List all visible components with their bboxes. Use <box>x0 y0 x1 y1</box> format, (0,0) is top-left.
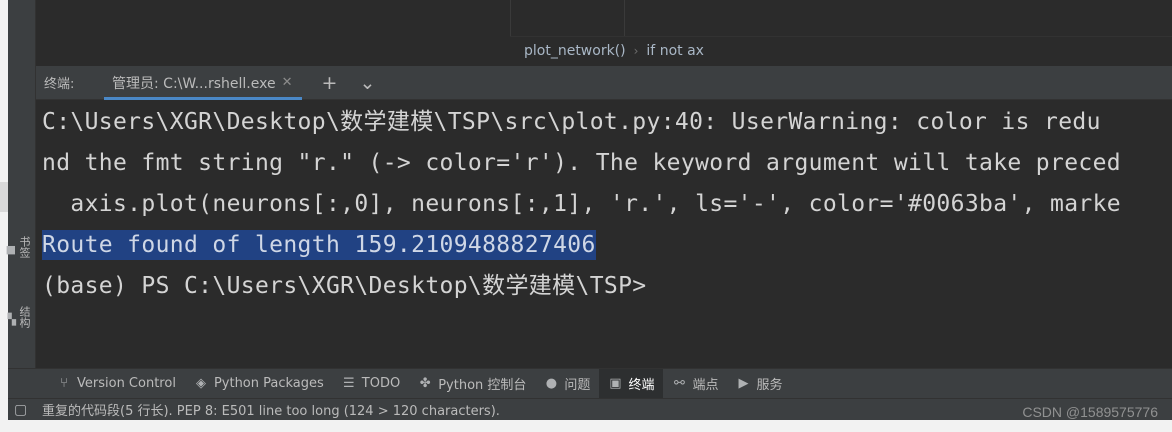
toolwindow-problems[interactable]: ● 问题 <box>535 369 599 399</box>
watermark: CSDN @1589575776 <box>1022 404 1158 420</box>
python-icon: ✤ <box>419 376 431 391</box>
layout-icon[interactable]: ▢ <box>14 402 32 418</box>
editor-pane: plot_network() › if not ax <box>36 0 1172 66</box>
terminal-tab-label: 管理员: C:\W...rshell.exe <box>112 75 276 92</box>
terminal-icon: ▣ <box>609 376 622 391</box>
left-tool-strip: 书签 ■ 结构 ▚ <box>0 0 36 432</box>
status-message[interactable]: 重复的代码段(5 行长). PEP 8: E501 line too long … <box>42 400 500 419</box>
bookmark-icon: ■ <box>5 242 16 256</box>
structure-tab[interactable]: 结构 ▚ <box>8 306 32 328</box>
toolwindow-label: 服务 <box>756 378 783 393</box>
terminal-output[interactable]: C:\Users\XGR\Desktop\数学建模\TSP\src\plot.p… <box>36 100 1172 368</box>
close-icon[interactable]: ✕ <box>282 75 293 90</box>
terminal-line: nd the fmt string "r." (-> color='r'). T… <box>42 150 1121 176</box>
endpoints-icon: ⚯ <box>674 376 685 391</box>
toolwindow-label: 终端 <box>628 378 655 393</box>
toolwindow-label: Version Control <box>77 376 176 391</box>
toolwindow-label: Python Packages <box>213 376 324 391</box>
toolwindow-label: Python 控制台 <box>438 378 527 393</box>
toolwindow-python-packages[interactable]: ◈ Python Packages <box>185 369 333 399</box>
tool-window-bar: ⑂ Version Control ◈ Python Packages ☰ TO… <box>8 368 1172 399</box>
services-icon: ▶ <box>738 376 749 391</box>
terminal-line: C:\Users\XGR\Desktop\数学建模\TSP\src\plot.p… <box>42 109 1101 135</box>
window-edge <box>0 0 8 432</box>
bookmarks-tab[interactable]: 书签 ■ <box>6 236 32 258</box>
terminal-line: axis.plot(neurons[:,0], neurons[:,1], 'r… <box>42 191 1121 217</box>
terminal-session-tab[interactable]: 管理员: C:\W...rshell.exe ✕ <box>98 66 303 100</box>
toolwindow-python-console[interactable]: ✤ Python 控制台 <box>409 369 535 399</box>
breadcrumb: plot_network() › if not ax <box>524 40 704 62</box>
list-icon: ☰ <box>342 376 355 391</box>
toolwindow-endpoints[interactable]: ⚯ 端点 <box>663 369 727 399</box>
new-terminal-button[interactable]: + <box>318 72 340 94</box>
resize-handle[interactable] <box>0 182 8 212</box>
layers-icon: ◈ <box>195 376 206 391</box>
problems-icon: ● <box>545 376 558 391</box>
terminal-header: 终端: 管理员: C:\W...rshell.exe ✕ + ⌄ <box>36 66 1172 100</box>
terminal-prompt: (base) PS C:\Users\XGR\Desktop\数学建模\TSP> <box>42 273 647 299</box>
toolwindow-terminal[interactable]: ▣ 终端 <box>599 368 664 399</box>
terminal-line-selected: Route found of length 159.2109488827406 <box>42 230 596 260</box>
toolwindow-services[interactable]: ▶ 服务 <box>727 369 791 399</box>
editor-divider <box>510 36 1172 37</box>
bookmarks-tab-label: 书签 <box>18 236 31 258</box>
window-bottom-edge <box>0 420 1172 432</box>
toolwindow-version-control[interactable]: ⑂ Version Control <box>48 369 185 399</box>
editor-divider <box>510 0 511 36</box>
structure-icon: ▚ <box>7 312 16 326</box>
structure-tab-label: 结构 <box>18 306 31 328</box>
breadcrumb-item[interactable]: if not ax <box>646 43 704 59</box>
breadcrumb-item[interactable]: plot_network() <box>524 43 626 59</box>
toolwindow-label: 问题 <box>564 378 591 393</box>
toolwindow-label: TODO <box>361 376 401 391</box>
toolwindow-todo[interactable]: ☰ TODO <box>333 369 409 399</box>
toolwindow-label: 端点 <box>692 378 719 393</box>
editor-divider <box>624 0 625 36</box>
chevron-right-icon: › <box>633 44 639 58</box>
branch-icon: ⑂ <box>60 376 68 391</box>
chevron-down-icon[interactable]: ⌄ <box>356 72 378 94</box>
terminal-scrollbar[interactable] <box>1166 100 1172 368</box>
terminal-title: 终端: <box>44 77 75 92</box>
status-bar: ▢ 重复的代码段(5 行长). PEP 8: E501 line too lon… <box>8 398 1172 420</box>
